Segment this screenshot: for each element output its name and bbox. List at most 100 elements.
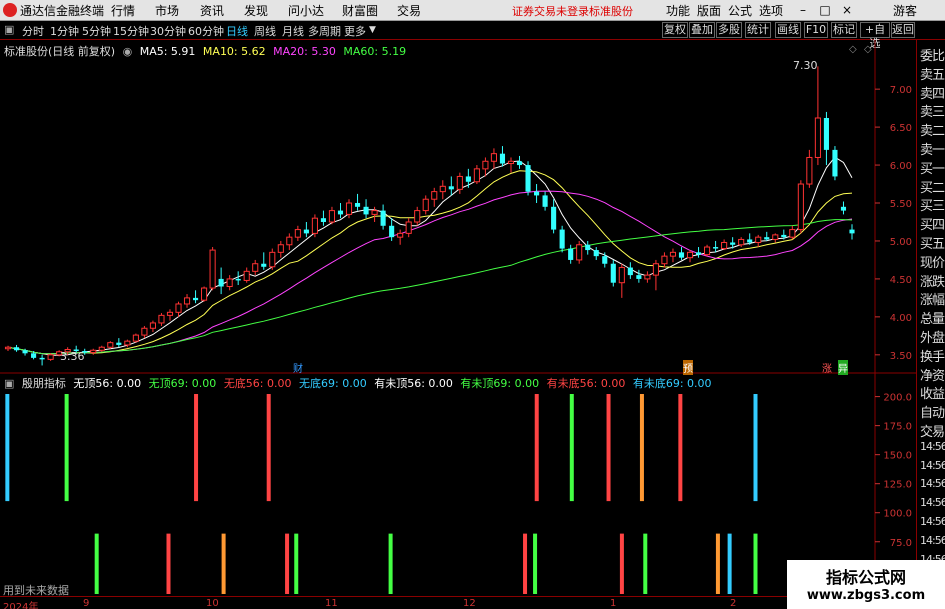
marker-abnormal[interactable]: 异	[838, 360, 848, 375]
watermark-url: www.zbgs3.com	[806, 588, 926, 603]
side-item[interactable]: 买三	[920, 195, 945, 214]
side-item[interactable]: 14:56	[920, 496, 945, 509]
side-item[interactable]: 14:56	[920, 534, 945, 547]
login-status[interactable]: 证券交易未登录	[512, 3, 589, 19]
menu-item-quotes[interactable]: 行情	[111, 2, 135, 19]
candle-body	[132, 334, 139, 342]
multi-stock-button[interactable]: 多股	[716, 22, 742, 38]
adjust-button[interactable]: 复权	[662, 22, 688, 38]
back-button[interactable]: 返回	[891, 22, 915, 38]
side-item[interactable]: 买五	[920, 233, 945, 252]
signal-bar	[569, 394, 574, 502]
menu-item-market[interactable]: 市场	[155, 2, 179, 19]
side-item[interactable]: 14:56	[920, 515, 945, 528]
candle-body	[209, 249, 216, 289]
side-item[interactable]: 自动	[920, 402, 945, 421]
indicator-tick-label: 100.0	[883, 509, 912, 520]
side-item[interactable]: 换手	[920, 346, 945, 365]
f10-button[interactable]: F10	[804, 22, 828, 38]
marker-finance[interactable]: 财	[293, 360, 303, 375]
tab-daily[interactable]: 日线	[226, 23, 248, 39]
candle-body	[730, 242, 736, 245]
side-item[interactable]: 现价	[920, 252, 945, 271]
toolbar-toggle-icon[interactable]: ▣	[4, 23, 14, 36]
tab-intraday[interactable]: 分时	[22, 23, 44, 39]
menu-item-ask[interactable]: 问小达	[288, 2, 324, 19]
menu-item-wealth[interactable]: 财富圈	[342, 2, 378, 19]
tab-multi-period[interactable]: 多周期	[308, 23, 341, 39]
candle-body	[507, 160, 515, 165]
candle-body	[593, 250, 599, 257]
side-item[interactable]: 收益	[920, 383, 945, 402]
kline-chart[interactable]: 7.00 6.50 6.00 5.50 5.00 4.50 4.00 3.50 200.0 175…	[0, 40, 916, 596]
side-item[interactable]: 外盘	[920, 327, 945, 346]
candle-body	[814, 117, 821, 158]
candle-body	[201, 287, 208, 301]
side-item[interactable]: 买一	[920, 158, 945, 177]
side-item[interactable]: 买四	[920, 214, 945, 233]
side-item[interactable]: 交易	[920, 421, 945, 440]
marker-limit-up[interactable]: 涨	[822, 360, 832, 375]
marker-forecast[interactable]: 预	[683, 360, 693, 375]
side-item[interactable]: 涨跌	[920, 271, 945, 290]
settings-circle-icon[interactable]: ◉	[123, 45, 133, 58]
close-icon[interactable]: ×	[836, 1, 858, 19]
menu-item-discover[interactable]: 发现	[244, 2, 268, 19]
menu-item-formula[interactable]: 公式	[728, 2, 752, 19]
side-item[interactable]: 总量	[920, 308, 945, 327]
side-item[interactable]: 14:56	[920, 440, 945, 453]
candle-body	[345, 202, 353, 215]
tab-more[interactable]: 更多	[344, 23, 366, 39]
add-watchlist-button[interactable]: +自选	[860, 22, 890, 50]
menu-item-function[interactable]: 功能	[666, 2, 690, 19]
indicator-legend: ▣ 殷朋指标 无顶56: 0.00 无顶69: 0.00 无底56: 0.00 …	[4, 375, 716, 391]
stock-name-top: 标准股份	[589, 5, 633, 18]
candle-body	[832, 149, 838, 177]
indicator-toggle-icon[interactable]: ▣	[4, 377, 14, 390]
tab-15min[interactable]: 15分钟	[113, 23, 149, 39]
side-item[interactable]: 卖二	[920, 120, 945, 139]
candle-body	[252, 263, 259, 272]
side-item[interactable]: 涨幅	[920, 289, 945, 308]
candle-body	[243, 270, 250, 281]
candle-body	[525, 165, 531, 192]
side-item[interactable]: 14:56	[920, 477, 945, 490]
side-item[interactable]: 卖一	[920, 139, 945, 158]
side-item[interactable]: 14:56	[920, 459, 945, 472]
indicator-name[interactable]: 殷朋指标	[22, 377, 66, 390]
more-chevron-icon[interactable]: ▼	[369, 25, 376, 35]
side-item[interactable]: 卖五	[920, 64, 945, 83]
menu-item-options[interactable]: 选项	[759, 2, 783, 19]
draw-line-button[interactable]: 画线	[775, 22, 801, 38]
tab-monthly[interactable]: 月线	[282, 23, 304, 39]
guest-label[interactable]: 游客	[893, 2, 917, 19]
mark-button[interactable]: 标记	[831, 22, 857, 38]
menu-bar: 通达信金融终端 行情 市场 资讯 发现 问小达 财富圈 交易 证券交易未登录 标…	[0, 0, 945, 21]
menu-item-layout[interactable]: 版面	[697, 2, 721, 19]
overlay-button[interactable]: 叠加	[689, 22, 715, 38]
menu-item-trade[interactable]: 交易	[397, 2, 421, 19]
minimize-icon[interactable]: –	[792, 1, 814, 19]
restore-icon[interactable]: □	[814, 1, 836, 19]
tab-weekly[interactable]: 周线	[254, 23, 276, 39]
side-item[interactable]: 卖三	[920, 101, 945, 120]
indicator-tick-label: 200.0	[883, 393, 912, 404]
stock-title[interactable]: 标准股份(日线 前复权)	[4, 45, 115, 58]
side-item[interactable]: 买二	[920, 177, 945, 196]
indicator-tick-label: 150.0	[883, 451, 912, 462]
candle-body	[31, 353, 37, 358]
candle-body	[806, 156, 813, 185]
side-item[interactable]: 净资	[920, 365, 945, 384]
statistics-button[interactable]: 统计	[745, 22, 771, 38]
tab-1min[interactable]: 1分钟	[50, 23, 79, 39]
price-tick-label: 6.00	[890, 161, 912, 172]
tab-5min[interactable]: 5分钟	[82, 23, 111, 39]
candle-body	[192, 297, 199, 301]
side-item[interactable]: 卖四	[920, 83, 945, 102]
side-item[interactable]: 委比	[920, 45, 945, 64]
ma20-label: MA20: 5.30	[273, 45, 336, 58]
price-tick-label: 5.00	[890, 237, 912, 248]
tab-30min[interactable]: 30分钟	[150, 23, 186, 39]
menu-item-news[interactable]: 资讯	[200, 2, 224, 19]
tab-60min[interactable]: 60分钟	[188, 23, 224, 39]
